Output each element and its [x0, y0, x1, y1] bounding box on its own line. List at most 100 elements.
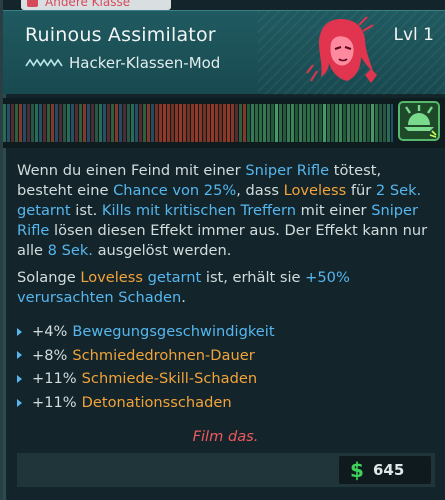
stat-stripe: [275, 104, 278, 142]
stat-stripe: [259, 104, 262, 142]
stat-stripe: [331, 104, 334, 142]
loveless-portrait-icon: [306, 16, 377, 83]
description-text: ist.: [70, 202, 102, 219]
stat-stripe: [355, 104, 358, 142]
description-highlight: Sniper Rifle: [245, 162, 330, 179]
stat-stripe: [283, 104, 286, 142]
stat-stripe: [287, 104, 290, 142]
stat-stripe: [211, 104, 214, 142]
stat-stripe: [159, 104, 162, 142]
stat-stripe: [127, 104, 130, 142]
description-highlight: 8 Sek.: [47, 242, 93, 259]
item-title: Ruinous Assimilator: [25, 24, 216, 46]
stat-stripe: [227, 104, 230, 142]
stat-stripe: [183, 104, 186, 142]
stat-label: Schmiededrohnen-Dauer: [72, 346, 255, 364]
stat-stripe: [215, 104, 218, 142]
description-text: mit einer: [296, 202, 372, 219]
description-paragraph-1: Wenn du einen Feind mit einer Sniper Rif…: [17, 161, 435, 261]
item-level: Lvl 1: [393, 25, 434, 45]
stat-stripe: [267, 104, 270, 142]
stat-stripe: [91, 104, 94, 142]
stat-stripe: [35, 104, 38, 142]
stat-stripe: [167, 104, 170, 142]
stat-stripe: [255, 104, 258, 142]
description-text: .: [181, 289, 186, 306]
stat-stripe: [307, 104, 310, 142]
stat-stripe: [199, 104, 202, 142]
stat-value: +11%: [32, 394, 77, 412]
stat-stripe: [251, 104, 254, 142]
stat-stripe: [371, 104, 374, 142]
stat-stripe: [19, 104, 22, 142]
card-header: Ruinous Assimilator Hacker-Klassen-Mod L…: [3, 10, 445, 95]
stat-stripe: [131, 104, 134, 142]
price-bar: $ 645: [17, 453, 435, 487]
stat-stripe: [339, 104, 342, 142]
dollar-icon: $: [350, 458, 364, 482]
description-highlight: getarnt: [17, 202, 71, 219]
stat-stripe: [27, 104, 30, 142]
stat-stripe: [299, 104, 302, 142]
stat-stripe: [383, 104, 386, 142]
stat-stripe: [191, 104, 194, 142]
stat-stripe: [83, 104, 86, 142]
stat-stripe: [379, 104, 382, 142]
stat-stripe: [311, 104, 314, 142]
stat-stripe: [15, 104, 18, 142]
class-mod-icon: [27, 0, 38, 7]
stat-stripe: [219, 104, 222, 142]
stat-stripe: [231, 104, 234, 142]
stat-bar: [3, 98, 445, 148]
stat-stripe: [323, 104, 326, 142]
stat-stripe: [239, 104, 242, 142]
stat-stripe: [55, 104, 58, 142]
stat-stripe: [107, 104, 110, 142]
stat-stripe: [247, 104, 250, 142]
stat-stripe: [67, 104, 70, 142]
bullet-arrow-icon: [17, 351, 22, 360]
stat-stripe: [7, 104, 10, 142]
stat-stripe: [39, 104, 42, 142]
stat-value: +8%: [32, 346, 68, 364]
stat-stripe: [243, 104, 246, 142]
stat-stripe: [315, 104, 318, 142]
stat-stripe: [391, 104, 393, 142]
stat-stripe: [343, 104, 346, 142]
item-card: Ruinous Assimilator Hacker-Klassen-Mod L…: [0, 0, 445, 500]
stat-stripe: [115, 104, 118, 142]
stat-stripe: [99, 104, 102, 142]
stat-item: +11% Detonationsschaden: [17, 391, 435, 415]
stat-stripe: [47, 104, 50, 142]
stat-stripe: [11, 104, 14, 142]
description-text: Solange: [17, 269, 81, 286]
stat-stripe: [195, 104, 198, 142]
stat-value: +4%: [32, 323, 68, 341]
description-text: ist, erhält sie: [201, 269, 306, 286]
description-paragraph-2: Solange Loveless getarnt ist, erhält sie…: [17, 268, 435, 308]
stat-stripe: [63, 104, 66, 142]
stat-stripe: [375, 104, 378, 142]
stat-stripe: [359, 104, 362, 142]
stat-label: Detonationsschaden: [81, 394, 232, 412]
stat-stripe: [175, 104, 178, 142]
stat-stripe: [71, 104, 74, 142]
price-box: $ 645: [339, 456, 431, 484]
stat-stripe: [387, 104, 390, 142]
stat-value: +11%: [32, 370, 77, 388]
stat-stripe: [335, 104, 338, 142]
category-tag: Andere Klasse: [21, 0, 171, 10]
stat-item: +11% Schmiede-Skill-Schaden: [17, 367, 435, 391]
stat-stripe: [187, 104, 190, 142]
stat-stripe: [135, 104, 138, 142]
stat-stripe: [291, 104, 294, 142]
stat-stripe: [363, 104, 366, 142]
description-text: ausgelöst werden.: [92, 242, 232, 259]
stat-stripe: [59, 104, 62, 142]
stat-stripe: [303, 104, 306, 142]
stat-stripe: [171, 104, 174, 142]
stat-stripe: [223, 104, 226, 142]
stat-stripe: [43, 104, 46, 142]
stat-stripe: [235, 104, 238, 142]
stat-stripe: [327, 104, 330, 142]
